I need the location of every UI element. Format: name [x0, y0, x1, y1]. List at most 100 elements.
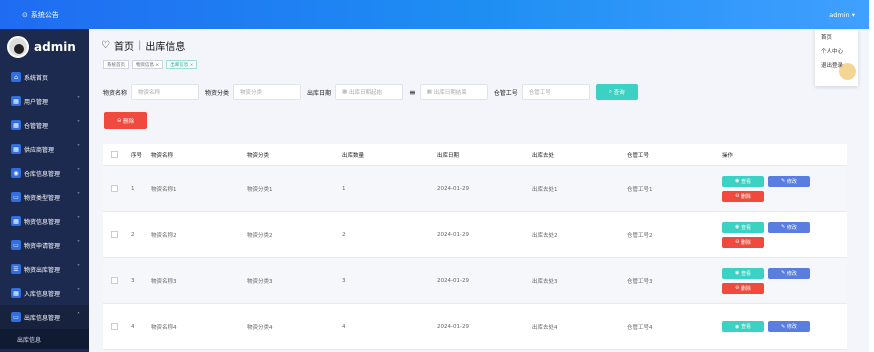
class-input[interactable]: 物资分类	[233, 84, 302, 100]
header-place: 出库去处	[532, 152, 555, 159]
sidebar-item-out[interactable]: ☰ 物资出库管理 ˅	[0, 257, 89, 281]
edit-button[interactable]: ✎ 修改	[768, 221, 810, 233]
tab-home[interactable]: 系统首页	[103, 60, 129, 69]
view-button[interactable]: ◉ 查看	[722, 321, 764, 332]
cell-actions: ◉ 查看 ✎ 修改 ⊖ 删除	[716, 221, 847, 248]
main-content: ♡ 首页 | 出库信息 系统首页 物资信息 × 出库信息 × 物资名称 物资名称…	[89, 29, 869, 352]
header-actions: 操作	[722, 152, 734, 159]
filter-bar: 物资名称 物资名称 物资分类 物资分类 出库日期 ▦ 出库日期起始 ≡ ▦ 出库…	[103, 84, 638, 100]
sidebar-item-label: 出库信息管理	[24, 314, 61, 322]
view-button[interactable]: ◉ 查看	[722, 175, 764, 187]
sidebar-item-label: 系统首页	[24, 74, 49, 82]
sidebar-item-home[interactable]: ⌂ 系统首页	[0, 65, 89, 89]
edit-label: 修改	[786, 324, 797, 330]
sidebar-item-label: 仓管管理	[24, 122, 49, 130]
cell-no: 3	[131, 277, 135, 284]
sidebar-item-label: 物资申请管理	[24, 242, 61, 250]
name-label: 物资名称	[103, 89, 128, 97]
worker-id-label: 仓管工号	[493, 89, 518, 97]
view-button[interactable]: ◉ 查看	[722, 221, 764, 233]
breadcrumb-separator: |	[137, 40, 142, 51]
select-all-checkbox[interactable]	[103, 151, 125, 158]
type-icon: ▭	[11, 192, 21, 202]
sidebar-subitem-outbound-info[interactable]: 出库信息	[0, 329, 89, 349]
search-button[interactable]: ⌕ 查询	[595, 84, 638, 100]
user-dropdown-menu: 首页 个人中心 退出登录	[815, 30, 858, 86]
notice-label: 系统公告	[30, 11, 59, 19]
row-checkbox[interactable]	[103, 277, 125, 284]
store-icon: ◉	[11, 168, 21, 178]
cursor-highlight	[839, 63, 856, 80]
sidebar: admin ⌂ 系统首页 ▦ 用户管理 ˅ ▦ 仓管管理 ˅ ▦ 供应商管理 ˅ ◉ 仓库信息管…	[0, 29, 89, 352]
tab-bar: 系统首页 物资信息 × 出库信息 ×	[103, 60, 198, 69]
cell-worker-id: 仓管工号4	[627, 324, 653, 331]
delete-button[interactable]: ⊖ 删除	[722, 236, 764, 248]
sidebar-item-apply[interactable]: ▭ 物资申请管理 ˅	[0, 233, 89, 257]
cell-actions: ◉ 查看 ✎ 修改 ⊖ 删除	[716, 175, 847, 202]
sidebar-item-users[interactable]: ▦ 用户管理 ˅	[0, 89, 89, 113]
name-input[interactable]: 物资名称	[131, 84, 200, 100]
notice-icon: ⊙	[22, 11, 28, 19]
table-row: 2 物资名称2 物资分类2 2 2024-01-29 出库去处2 仓管工号2 ◉…	[103, 212, 847, 258]
cell-name: 物资名称3	[151, 278, 177, 285]
cell-date: 2024-01-29	[437, 231, 469, 238]
view-label: 查看	[740, 270, 751, 277]
sidebar-item-label: 物资类型管理	[24, 194, 61, 202]
cell-qty: 2	[342, 231, 346, 238]
system-notice[interactable]: ⊙ 系统公告	[22, 10, 59, 20]
cell-class: 物资分类4	[247, 324, 273, 331]
tab-outbound[interactable]: 出库信息 ×	[166, 60, 198, 69]
cell-date: 2024-01-29	[437, 277, 469, 284]
out-icon: ☰	[11, 264, 21, 274]
header-worker-id: 仓管工号	[627, 152, 650, 159]
worker-id-input[interactable]: 仓管工号	[521, 84, 590, 100]
sidebar-item-types[interactable]: ▭ 物资类型管理 ˅	[0, 185, 89, 209]
chevron-down-icon: ˅	[77, 168, 80, 175]
breadcrumb-home[interactable]: 首页	[114, 38, 134, 53]
delete-button[interactable]: ⊖ 删除	[722, 190, 764, 202]
header-name: 物资名称	[151, 152, 174, 159]
sidebar-item-goods[interactable]: ▦ 物资信息管理 ˅	[0, 209, 89, 233]
date-end-input[interactable]: ▦ 出库日期结束	[419, 84, 488, 100]
cell-worker-id: 仓管工号2	[627, 232, 653, 239]
chevron-down-icon: ˅	[77, 240, 80, 247]
sidebar-item-label: 物资出库管理	[24, 266, 61, 274]
row-checkbox[interactable]	[103, 185, 125, 192]
menu-item-profile[interactable]: 个人中心	[815, 44, 858, 58]
delete-button[interactable]: ⊖ 删除	[722, 282, 764, 294]
edit-label: 修改	[786, 178, 797, 185]
sidebar-item-label: 用户管理	[24, 98, 49, 106]
avatar	[7, 36, 29, 58]
goods-icon: ▦	[11, 216, 21, 226]
cell-date: 2024-01-29	[437, 185, 469, 192]
breadcrumb-current: 出库信息	[145, 42, 186, 53]
header-qty: 出库数量	[342, 152, 365, 159]
top-bar: ⊙ 系统公告 admin ▾	[0, 0, 869, 29]
row-checkbox[interactable]	[103, 323, 125, 330]
edit-label: 修改	[786, 224, 797, 231]
edit-button[interactable]: ✎ 修改	[768, 267, 810, 279]
brand: admin	[0, 29, 89, 65]
apply-icon: ▭	[11, 240, 21, 250]
cell-qty: 1	[342, 185, 346, 192]
cell-worker-id: 仓管工号1	[627, 186, 653, 193]
sidebar-item-label: 供应商管理	[24, 146, 55, 154]
menu-item-home[interactable]: 首页	[815, 30, 858, 44]
view-button[interactable]: ◉ 查看	[722, 267, 764, 279]
header-class: 物资分类	[247, 152, 270, 159]
batch-delete-button[interactable]: ⊖ 删除	[104, 112, 147, 129]
user-menu[interactable]: admin ▾	[829, 11, 855, 19]
cell-class: 物资分类2	[247, 232, 273, 239]
edit-button[interactable]: ✎ 修改	[768, 175, 810, 187]
cell-place: 出库去处1	[532, 186, 558, 193]
row-checkbox[interactable]	[103, 231, 125, 238]
sidebar-item-suppliers[interactable]: ▦ 供应商管理 ˅	[0, 137, 89, 161]
sidebar-item-warehouses[interactable]: ◉ 仓库信息管理 ˅	[0, 161, 89, 185]
table-row: 4 物资名称4 物资分类4 4 2024-01-29 出库去处4 仓管工号4 ◉…	[103, 304, 847, 350]
tab-goods[interactable]: 物资信息 ×	[132, 60, 164, 69]
edit-button[interactable]: ✎ 修改	[768, 321, 810, 332]
date-start-input[interactable]: ▦ 出库日期起始	[335, 84, 404, 100]
sidebar-item-inbound[interactable]: ▦ 入库信息管理 ˅	[0, 281, 89, 305]
sidebar-item-keepers[interactable]: ▦ 仓管管理 ˅	[0, 113, 89, 137]
sidebar-item-outbound[interactable]: ▭ 出库信息管理 ˄	[0, 305, 89, 329]
